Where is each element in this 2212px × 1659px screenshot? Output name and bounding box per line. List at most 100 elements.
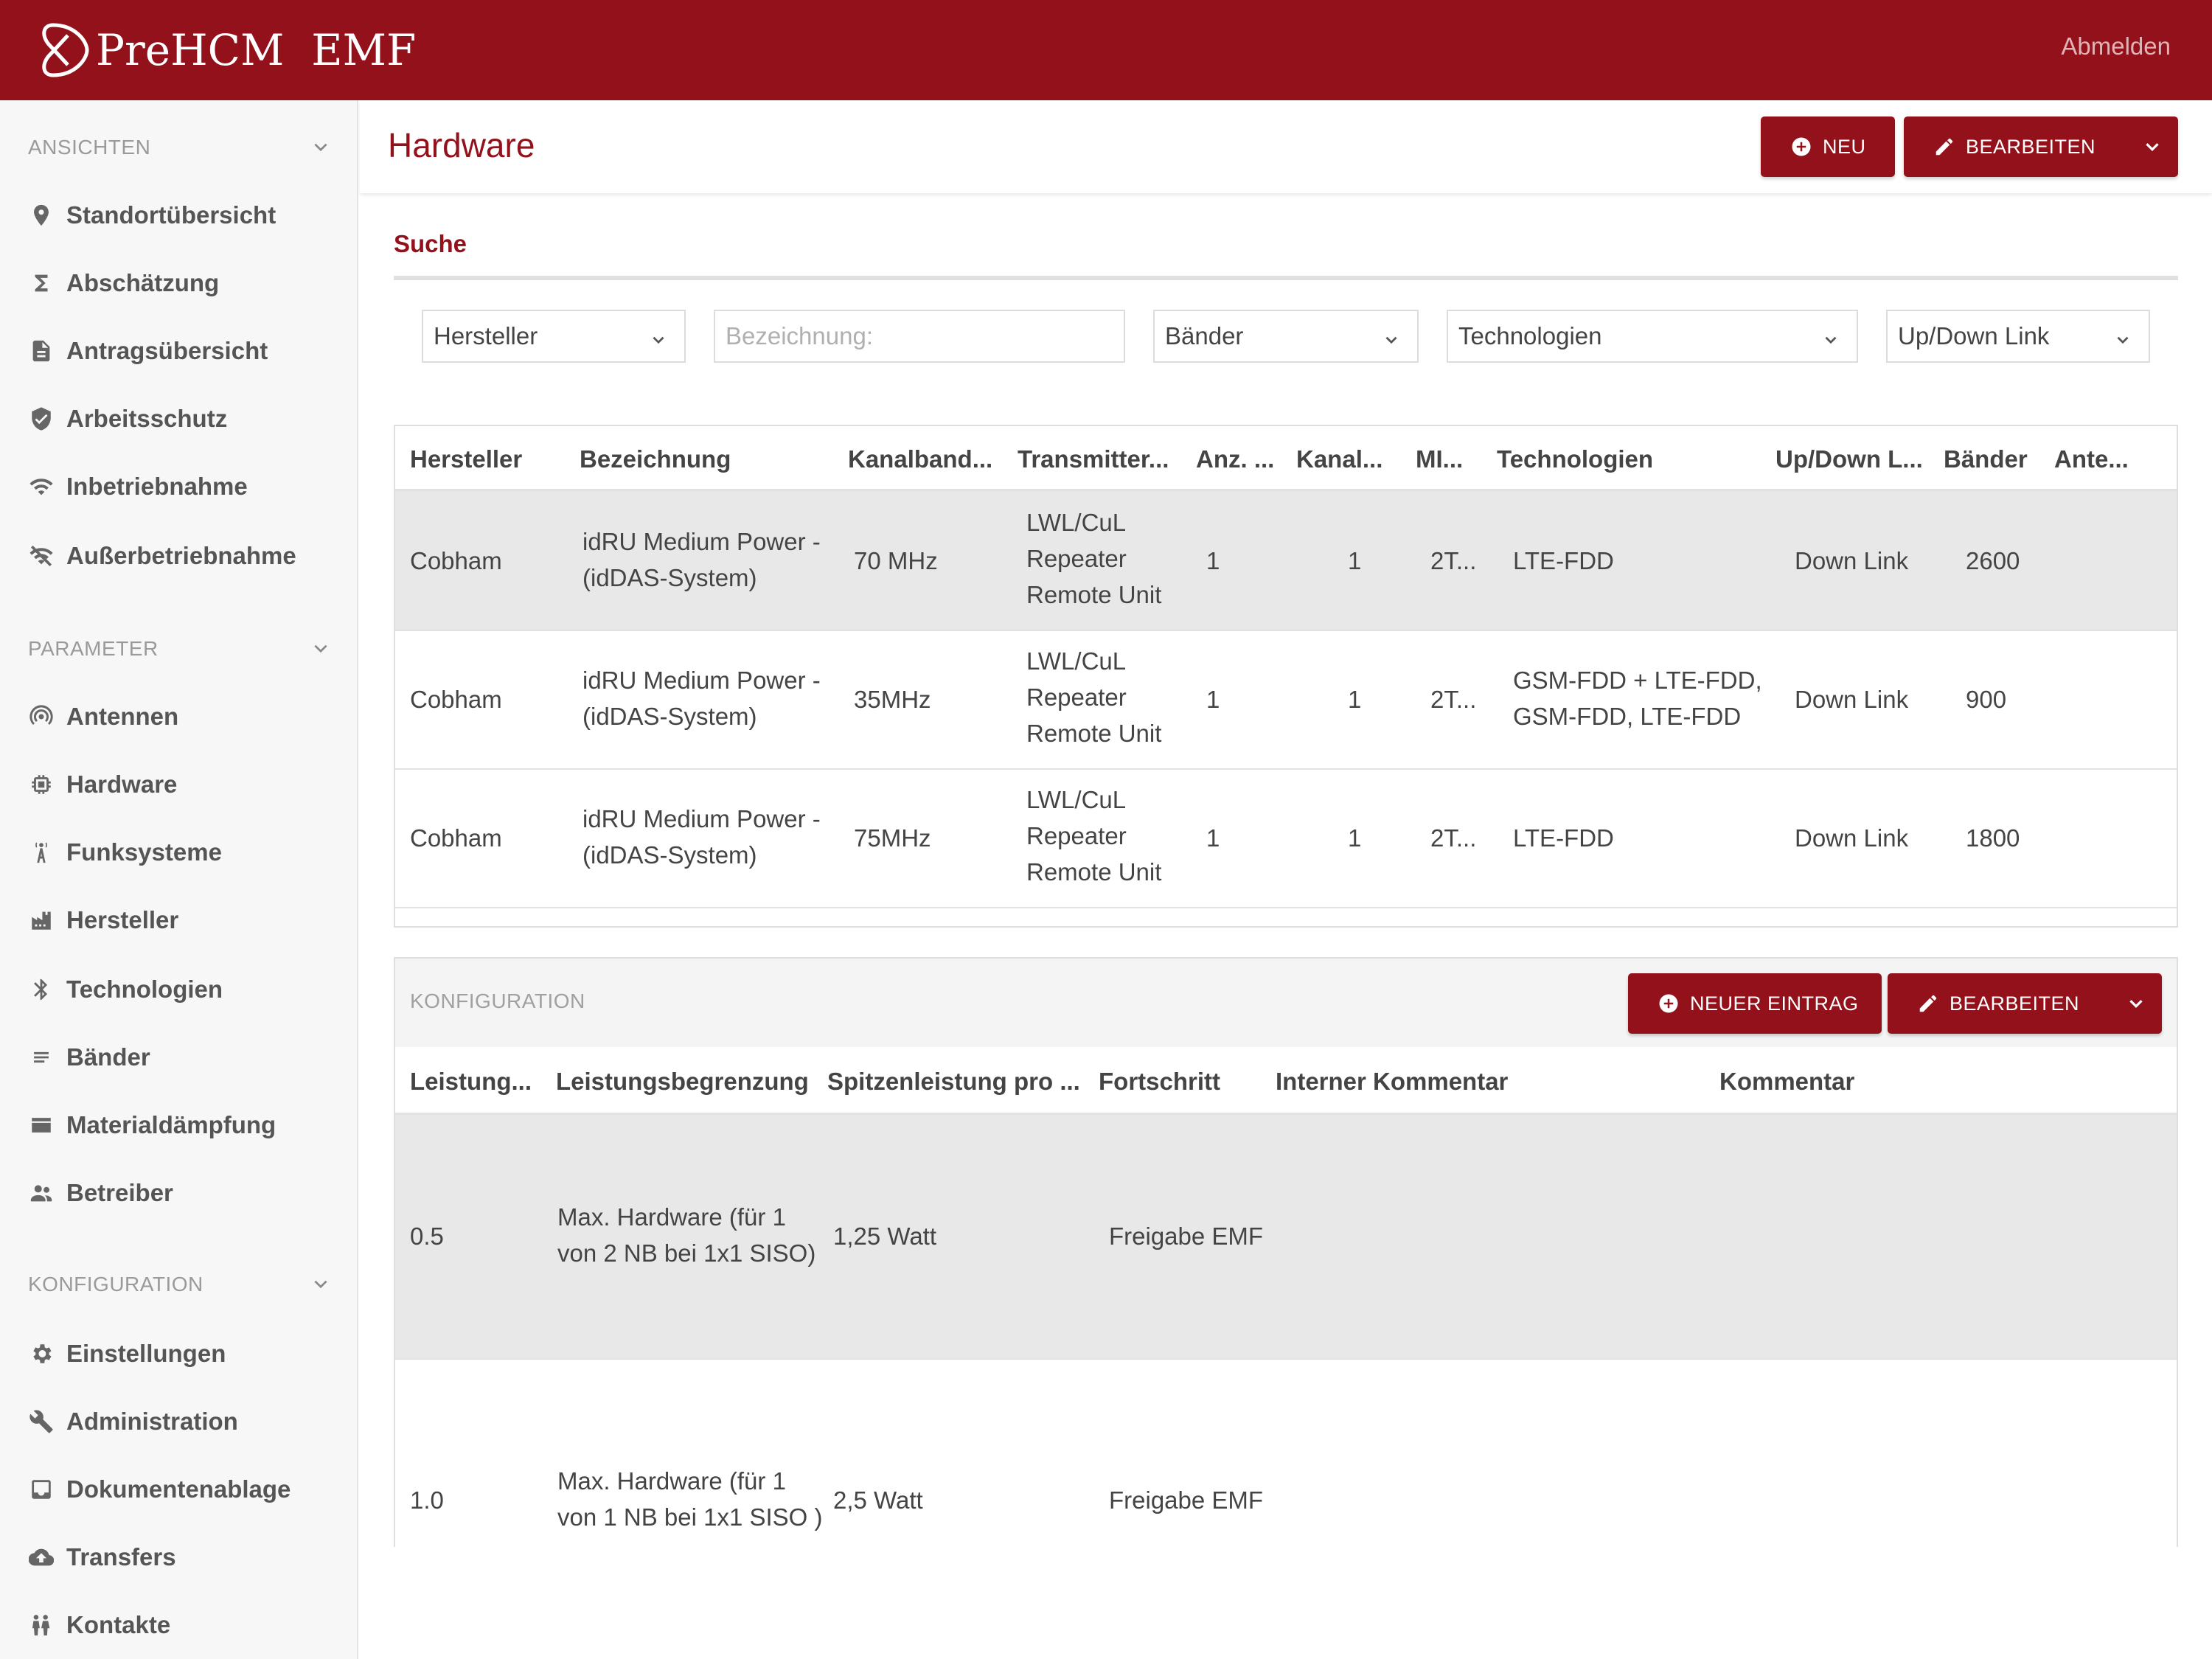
cell-bezeichnung: idRU Medium Power - (idDAS-System): [582, 667, 821, 730]
cell-anz: 1: [1206, 824, 1220, 852]
table-row[interactable]: 1.0 Max. Hardware (für 1 von 1 NB bei 1x…: [395, 1360, 2177, 1547]
plus-circle-icon: [1790, 136, 1812, 158]
column-header[interactable]: Spitzenleistung pro ...: [827, 1068, 1080, 1096]
edit-button[interactable]: BEARBEITEN: [1904, 116, 2178, 177]
sidebar-item-abschaetzung[interactable]: Abschätzung: [28, 261, 345, 305]
logout-link[interactable]: Abmelden: [2061, 32, 2171, 60]
technologien-select[interactable]: Technologien: [1447, 310, 1858, 363]
sidebar-item-dokumentenablage[interactable]: Dokumentenablage: [28, 1467, 345, 1512]
cell-updown: Down Link: [1795, 547, 1909, 574]
sidebar-item-kontakte[interactable]: Kontakte: [28, 1603, 345, 1647]
sidebar-item-label: Materialdämpfung: [66, 1111, 276, 1138]
column-header[interactable]: MI...: [1416, 445, 1463, 473]
sidebar-item-label: Außerbetriebnahme: [66, 542, 296, 569]
sidebar-item-label: Arbeitsschutz: [66, 405, 228, 432]
cell-fortschritt: Freigabe EMF: [1109, 1222, 1264, 1250]
sidebar-item-arbeitsschutz[interactable]: Arbeitsschutz: [28, 397, 345, 441]
sidebar-item-hersteller[interactable]: Hersteller: [28, 898, 345, 942]
column-header[interactable]: Leistungsbegrenzung: [556, 1068, 809, 1096]
section-parameter[interactable]: PARAMETER: [28, 634, 330, 664]
section-konfiguration[interactable]: KONFIGURATION: [28, 1270, 330, 1299]
gear-icon: [28, 1340, 55, 1367]
column-header[interactable]: Transmitter...: [1018, 445, 1169, 473]
column-header[interactable]: Technologien: [1497, 445, 1653, 473]
sidebar-item-funksysteme[interactable]: Funksysteme: [28, 830, 345, 874]
sidebar-item-inbetriebnahme[interactable]: Inbetriebnahme: [28, 465, 345, 509]
cell-updown: Down Link: [1795, 824, 1909, 852]
chevron-down-icon: [1382, 327, 1401, 347]
column-header[interactable]: Interner Kommentar: [1276, 1068, 1508, 1096]
table-row[interactable]: Cobham idRU Medium Power - (idDAS-System…: [395, 770, 2177, 908]
chip-icon: [28, 771, 55, 798]
table-row[interactable]: 0.5 Max. Hardware (für 1 von 2 NB bei 1x…: [395, 1115, 2177, 1360]
table-row[interactable]: Cobham idRU Medium Power - (idDAS-System…: [395, 631, 2177, 770]
sidebar-item-label: Abschätzung: [66, 269, 220, 296]
cell-kanalband: 70 MHz: [854, 547, 938, 574]
updown-select[interactable]: Up/Down Link: [1886, 310, 2150, 363]
column-header[interactable]: Fortschritt: [1099, 1068, 1220, 1096]
sidebar-item-ausserbetriebnahme[interactable]: Außerbetriebnahme: [28, 534, 345, 578]
baender-select-value: Bänder: [1165, 322, 1244, 349]
column-header[interactable]: Hersteller: [410, 445, 522, 473]
technologien-select-value: Technologien: [1458, 322, 1602, 349]
config-edit-button[interactable]: BEARBEITEN: [1888, 973, 2162, 1034]
column-header[interactable]: Anz. ...: [1196, 445, 1274, 473]
section-title: KONFIGURATION: [28, 1273, 204, 1295]
sidebar-item-label: Hersteller: [66, 906, 179, 933]
sidebar-item-transfers[interactable]: Transfers: [28, 1535, 345, 1579]
pencil-icon: [1933, 136, 1955, 158]
hersteller-select[interactable]: Hersteller: [422, 310, 686, 363]
column-header[interactable]: Up/Down L...: [1775, 445, 1923, 473]
bezeichnung-input[interactable]: [726, 322, 1124, 350]
sidebar-item-materialdaempfung[interactable]: Materialdämpfung: [28, 1103, 345, 1147]
antenna-icon: [28, 703, 55, 730]
sidebar-item-label: Bänder: [66, 1043, 150, 1071]
cell-kanalband: 35MHz: [854, 686, 931, 713]
sidebar: ANSICHTEN Standortübersicht Abschätzung …: [0, 100, 358, 1659]
hardware-table: Hersteller Bezeichnung Kanalband... Tran…: [394, 425, 2178, 928]
sidebar-item-administration[interactable]: Administration: [28, 1399, 345, 1444]
sidebar-item-antragsuebersicht[interactable]: Antragsübersicht: [28, 329, 345, 373]
new-entry-button[interactable]: NEUER EINTRAG: [1628, 973, 1882, 1034]
sidebar-item-label: Standortübersicht: [66, 201, 276, 229]
section-ansichten[interactable]: ANSICHTEN: [28, 133, 330, 162]
cell-leistung: 1.0: [410, 1486, 444, 1514]
column-header[interactable]: Leistung...: [410, 1068, 532, 1096]
sidebar-item-betreiber[interactable]: Betreiber: [28, 1171, 345, 1215]
bezeichnung-input-wrapper[interactable]: [714, 310, 1125, 363]
sidebar-item-technologien[interactable]: Technologien: [28, 967, 345, 1012]
cell-kanal: 1: [1348, 686, 1362, 713]
new-button[interactable]: NEU: [1761, 116, 1895, 177]
cell-technologien: LTE-FDD: [1513, 824, 1614, 852]
column-header[interactable]: Kanalband...: [848, 445, 992, 473]
column-header[interactable]: Kanal...: [1296, 445, 1382, 473]
wifi-icon: [28, 473, 55, 500]
chevron-down-icon[interactable]: [2141, 136, 2163, 158]
baender-select[interactable]: Bänder: [1153, 310, 1419, 363]
cell-baender: 1800: [1966, 824, 2020, 852]
table-row[interactable]: Cobham idRU Medium Power - (idDAS-System…: [395, 491, 2177, 631]
column-header[interactable]: Kommentar: [1719, 1068, 1854, 1096]
cell-begrenzung: Max. Hardware (für 1 von 1 NB bei 1x1 SI…: [557, 1467, 823, 1531]
column-header[interactable]: Bezeichnung: [580, 445, 731, 473]
sidebar-item-standortuebersicht[interactable]: Standortübersicht: [28, 193, 345, 237]
sigma-icon: [28, 270, 55, 296]
chevron-down-icon: [1821, 327, 1840, 347]
column-header[interactable]: Bänder: [1944, 445, 2028, 473]
edit-button-label: BEARBEITEN: [1966, 135, 2096, 158]
sidebar-item-einstellungen[interactable]: Einstellungen: [28, 1332, 345, 1376]
cell-hersteller: Cobham: [410, 547, 502, 574]
cell-fortschritt: Freigabe EMF: [1109, 1486, 1264, 1514]
sidebar-item-hardware[interactable]: Hardware: [28, 762, 345, 807]
configuration-toolbar: KONFIGURATION NEUER EINTRAG BEARBEITEN: [395, 959, 2177, 1047]
chevron-down-icon[interactable]: [2125, 992, 2147, 1015]
cell-anz: 1: [1206, 547, 1220, 574]
sidebar-item-label: Administration: [66, 1408, 238, 1435]
sidebar-item-antennen[interactable]: Antennen: [28, 695, 345, 739]
brand[interactable]: PreHCM EMF: [38, 19, 416, 81]
column-header[interactable]: Ante...: [2054, 445, 2129, 473]
logo-icon: [42, 23, 89, 77]
sidebar-item-label: Kontakte: [66, 1611, 171, 1638]
sidebar-item-baender[interactable]: Bänder: [28, 1035, 345, 1079]
sidebar-item-label: Betreiber: [66, 1179, 173, 1206]
